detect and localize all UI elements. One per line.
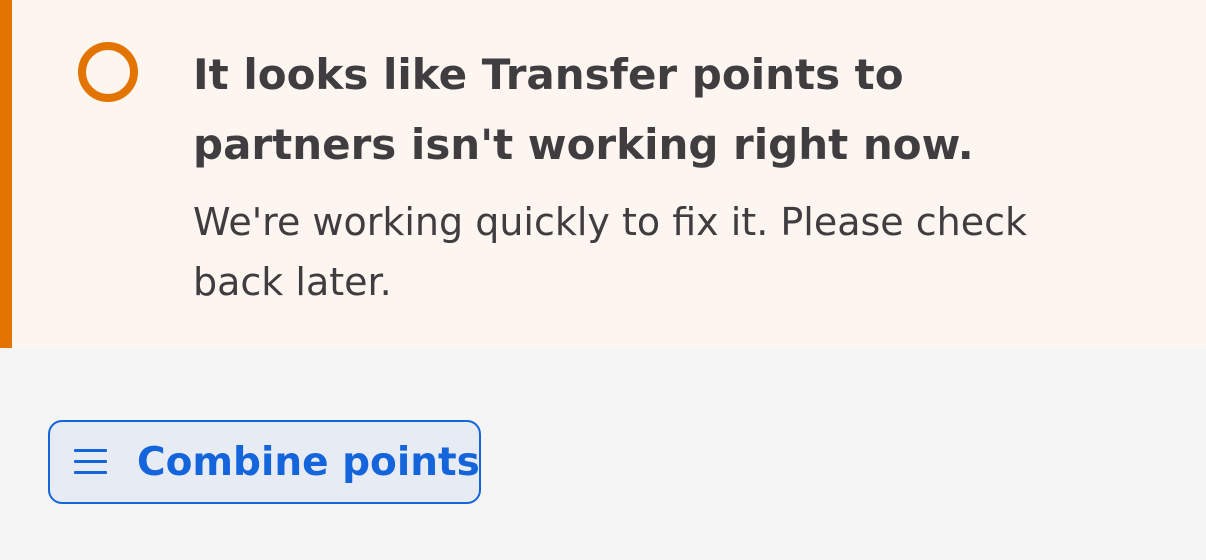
alert-message: We're working quickly to fix it. Please … bbox=[193, 200, 1027, 304]
combine-points-button[interactable]: Combine points bbox=[48, 420, 481, 504]
warning-status-icon bbox=[78, 42, 138, 102]
hamburger-menu-icon bbox=[74, 449, 107, 475]
service-outage-alert: It looks like Transfer points to partner… bbox=[0, 0, 1206, 348]
alert-title: It looks like Transfer points to partner… bbox=[193, 50, 974, 169]
combine-points-label: Combine points bbox=[137, 439, 480, 485]
alert-accent-bar bbox=[0, 0, 12, 348]
